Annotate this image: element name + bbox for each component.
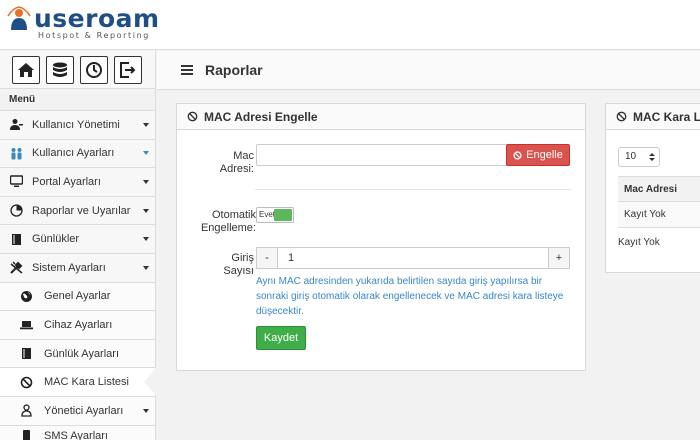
- ban-icon: [616, 111, 627, 122]
- help-text: Aynı MAC adresinden yukarıda belirtilen …: [256, 276, 564, 317]
- mac-block-panel-header: MAC Adresi Engelle: [177, 104, 585, 130]
- block-button[interactable]: Engelle: [506, 144, 570, 166]
- sidebar-subitem-admin-settings[interactable]: Yönetici Ayarları: [0, 396, 155, 426]
- sidebar-item-portal-settings[interactable]: Portal Ayarları: [0, 168, 155, 197]
- decrement-button[interactable]: -: [256, 247, 278, 269]
- useroam-logo-icon: [6, 6, 32, 32]
- sidebar-item-label: Portal Ayarları: [32, 175, 101, 188]
- page-size-select[interactable]: 10: [618, 147, 660, 167]
- mac-blacklist-panel-title: MAC Kara L: [633, 109, 700, 124]
- sidebar-subitem-mac-blacklist[interactable]: MAC Kara Listesi: [0, 368, 156, 397]
- chevron-down-icon: [143, 408, 149, 413]
- logout-button[interactable]: [114, 55, 142, 84]
- sidebar-item-label: Sistem Ayarları: [32, 261, 106, 274]
- page-size-value: 10: [625, 151, 637, 162]
- sidebar-item-label: Genel Ayarlar: [44, 290, 111, 303]
- form-divider: [255, 189, 571, 190]
- brand-tagline: Hotspot & Reporting: [38, 31, 150, 40]
- mac-blacklist-panel-header: MAC Kara L: [606, 104, 700, 130]
- database-button[interactable]: [46, 55, 74, 84]
- sidebar-item-label: SMS Ayarları: [44, 429, 108, 440]
- chevron-down-icon: [143, 151, 149, 156]
- auto-block-label: Otomatik Engelleme:: [200, 209, 256, 234]
- attempts-input[interactable]: 1: [278, 247, 548, 269]
- top-header: useroam Hotspot & Reporting: [0, 0, 700, 50]
- book-icon: [8, 232, 24, 246]
- save-button[interactable]: Kaydet: [256, 326, 306, 350]
- sidebar-item-user-management[interactable]: Kullanıcı Yönetimi: [0, 111, 155, 140]
- sidebar-item-label: Kullanıcı Ayarları: [32, 147, 115, 160]
- hamburger-menu-icon[interactable]: [181, 65, 193, 75]
- logout-icon: [120, 61, 136, 78]
- home-button[interactable]: [12, 55, 40, 84]
- home-icon: [18, 62, 34, 77]
- sidebar-subitem-device-settings[interactable]: Cihaz Ayarları: [0, 311, 155, 340]
- chevron-down-icon: [143, 237, 149, 242]
- admin-icon: [18, 404, 34, 418]
- notebook-icon: [18, 347, 34, 361]
- attempts-label: Giriş Sayısı: [223, 252, 254, 277]
- monitor-icon: [8, 175, 24, 189]
- toggle-knob: [274, 209, 292, 221]
- mac-block-panel-title: MAC Adresi Engelle: [204, 109, 318, 124]
- sidebar-subitem-log-settings[interactable]: Günlük Ayarları: [0, 339, 155, 369]
- block-button-label: Engelle: [526, 149, 563, 161]
- sidebar-item-label: Raporlar ve Uyarılar: [32, 204, 131, 217]
- mac-address-label: Mac Adresi:: [219, 150, 254, 175]
- chevron-down-icon: [143, 122, 149, 127]
- users-icon: [8, 146, 24, 160]
- laptop-icon: [18, 318, 34, 332]
- menu-title: Menü: [0, 89, 155, 111]
- sidebar-item-label: Kullanıcı Yönetimi: [32, 118, 120, 131]
- clock-icon: [86, 61, 102, 78]
- database-icon: [53, 62, 67, 77]
- mac-block-panel: MAC Adresi Engelle Mac Adresi: Engelle O…: [176, 103, 586, 371]
- sidebar-item-label: Yönetici Ayarları: [44, 404, 124, 417]
- sidebar-item-system-settings[interactable]: Sistem Ayarları: [0, 253, 155, 283]
- sidebar-item-label: Günlükler: [32, 233, 80, 246]
- table-info: Kayıt Yok: [618, 237, 660, 248]
- brand-logo[interactable]: useroam Hotspot & Reporting: [6, 6, 160, 44]
- sms-icon: [18, 429, 34, 440]
- sidebar-subitem-sms-settings[interactable]: SMS Ayarları: [0, 425, 155, 440]
- page-title: Raporlar: [205, 62, 263, 78]
- sidebar-item-reports[interactable]: Raporlar ve Uyarılar: [0, 196, 155, 226]
- select-arrows-icon: [649, 153, 655, 161]
- sidebar-item-logs[interactable]: Günlükler: [0, 225, 155, 254]
- table-row-empty: Kayıt Yok: [618, 202, 700, 228]
- sidebar: Menü Kullanıcı Yönetimi Kullanıcı Ayarla…: [0, 51, 156, 440]
- pie-chart-icon: [8, 204, 24, 218]
- globe-icon: [18, 289, 34, 303]
- auto-block-toggle[interactable]: Evet: [256, 207, 294, 223]
- ban-icon: [187, 111, 198, 122]
- chevron-down-icon: [143, 208, 149, 213]
- sidebar-item-label: Cihaz Ayarları: [44, 318, 113, 331]
- toggle-text: Evet: [259, 210, 276, 219]
- mac-blacklist-panel: MAC Kara L 10 Mac Adresi Kayıt Yok Kayıt…: [605, 103, 700, 273]
- table-header-mac-address[interactable]: Mac Adresi: [618, 176, 700, 202]
- sidebar-subitem-general-settings[interactable]: Genel Ayarlar: [0, 282, 155, 312]
- ban-icon: [18, 375, 34, 389]
- increment-button[interactable]: +: [548, 247, 570, 269]
- sidebar-item-user-settings[interactable]: Kullanıcı Ayarları: [0, 139, 155, 169]
- history-button[interactable]: [80, 55, 108, 84]
- chevron-down-icon: [143, 265, 149, 270]
- chevron-down-icon: [143, 179, 149, 184]
- mac-address-input[interactable]: [256, 144, 508, 166]
- tools-icon: [8, 261, 24, 275]
- brand-name: useroam: [34, 4, 160, 33]
- quick-actions: [0, 51, 155, 89]
- sidebar-item-label: Günlük Ayarları: [44, 347, 120, 360]
- ban-icon: [513, 150, 522, 160]
- sidebar-item-label: MAC Kara Listesi: [44, 376, 129, 389]
- page-header: Raporlar: [157, 51, 700, 90]
- user-admin-icon: [8, 118, 24, 132]
